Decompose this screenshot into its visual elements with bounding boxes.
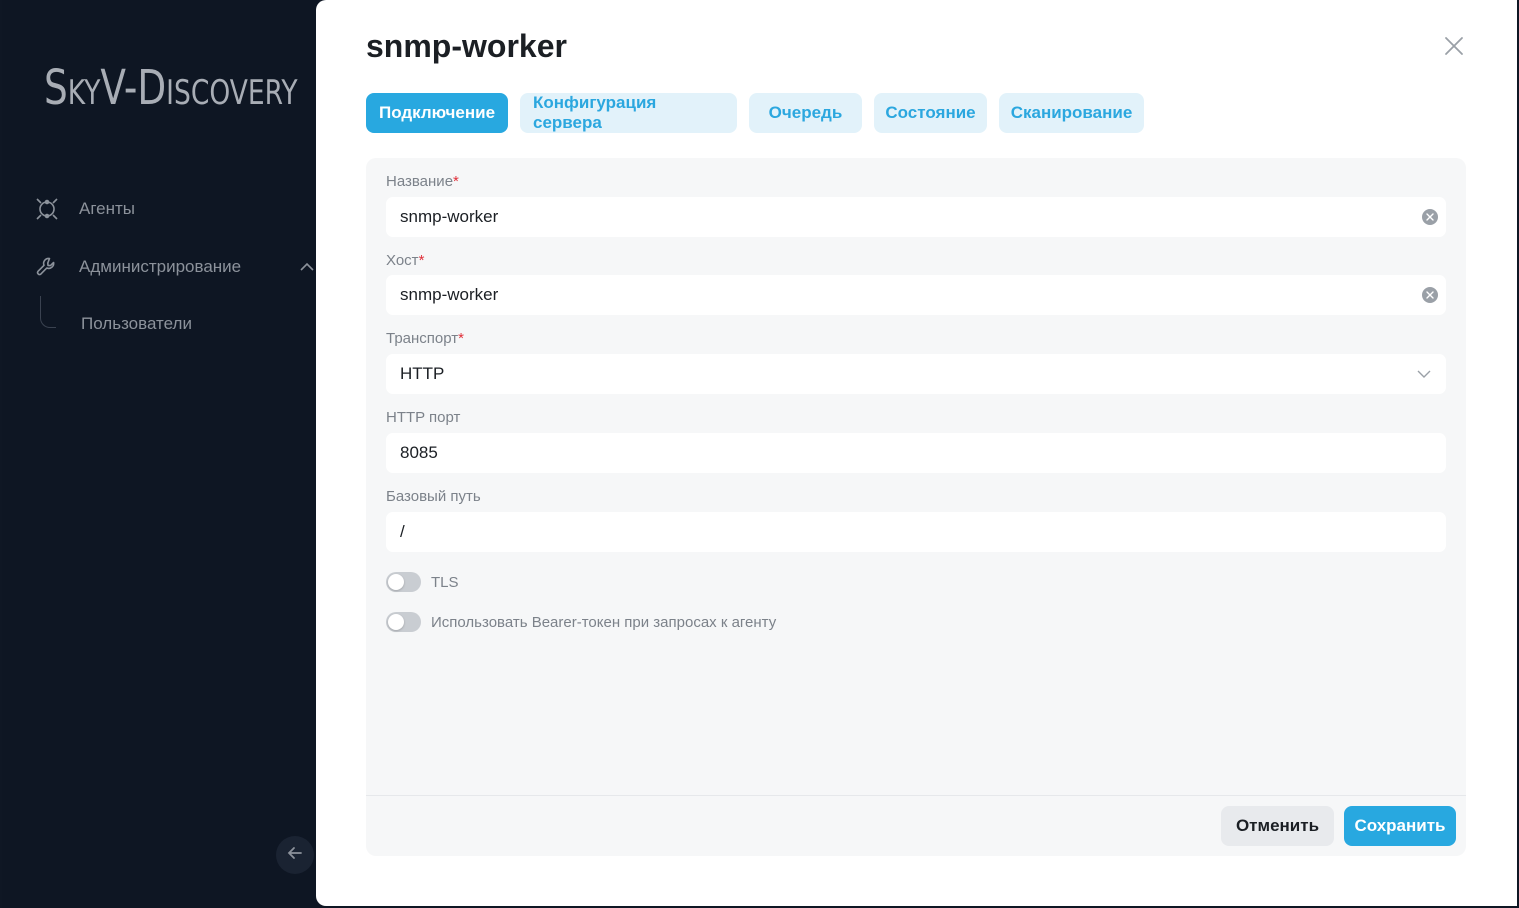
sidebar: SkyV-Discovery Агенты Администрирование xyxy=(2,0,320,908)
transport-select[interactable]: HTTP xyxy=(386,354,1446,394)
name-value: snmp-worker xyxy=(400,207,499,226)
agents-icon xyxy=(32,194,62,224)
tab-connection[interactable]: Подключение xyxy=(366,93,508,133)
name-label: Название* xyxy=(386,173,459,190)
tab-server-config[interactable]: Конфигурация сервера xyxy=(520,93,737,133)
close-icon xyxy=(1442,37,1466,62)
tab-bar: Подключение Конфигурация сервера Очередь… xyxy=(366,93,1144,133)
port-label: HTTP порт xyxy=(386,409,461,426)
sidebar-item-administration[interactable]: Администрирование xyxy=(32,252,316,282)
host-label: Хост* xyxy=(386,252,425,269)
host-value: snmp-worker xyxy=(400,285,499,304)
sidebar-item-label: Администрирование xyxy=(79,257,242,276)
host-field[interactable]: snmp-worker xyxy=(386,275,1446,315)
tls-row: TLS xyxy=(386,572,459,592)
transport-value: HTTP xyxy=(400,364,445,383)
wrench-icon xyxy=(32,252,62,282)
clear-host-icon[interactable] xyxy=(1422,287,1438,303)
tab-state[interactable]: Состояние xyxy=(874,93,987,133)
agent-drawer: snmp-worker Подключение Конфигурация сер… xyxy=(316,0,1517,906)
sidebar-item-label: Агенты xyxy=(79,199,136,218)
bearer-toggle[interactable] xyxy=(386,612,421,632)
chevron-up-icon[interactable] xyxy=(298,258,316,281)
base-path-value: / xyxy=(400,522,405,541)
footer-divider xyxy=(366,795,1466,796)
base-path-field[interactable]: / xyxy=(386,512,1446,552)
base-path-label: Базовый путь xyxy=(386,488,481,505)
app-root: SkyV-Discovery Агенты Администрирование xyxy=(0,0,1519,908)
cancel-button[interactable]: Отменить xyxy=(1221,806,1334,846)
port-value: 8085 xyxy=(400,443,438,462)
save-button[interactable]: Сохранить xyxy=(1344,806,1456,846)
port-field[interactable]: 8085 xyxy=(386,433,1446,473)
tls-toggle[interactable] xyxy=(386,572,421,592)
transport-label: Транспорт* xyxy=(386,330,464,347)
tab-queue[interactable]: Очередь xyxy=(749,93,862,133)
sidebar-item-users[interactable]: Пользователи xyxy=(81,314,192,334)
sidebar-item-agents[interactable]: Агенты xyxy=(32,194,135,224)
collapse-sidebar-button[interactable] xyxy=(276,836,314,874)
arrow-left-icon xyxy=(285,843,305,868)
tls-label: TLS xyxy=(431,573,459,591)
app-logo: SkyV-Discovery xyxy=(44,60,298,116)
tab-scanning[interactable]: Сканирование xyxy=(999,93,1144,133)
chevron-down-icon xyxy=(1416,366,1432,387)
close-button[interactable] xyxy=(1442,34,1466,58)
name-field[interactable]: snmp-worker xyxy=(386,197,1446,237)
bearer-label: Использовать Bearer-токен при запросах к… xyxy=(431,613,777,631)
bearer-row: Использовать Bearer-токен при запросах к… xyxy=(386,612,776,632)
drawer-title: snmp-worker xyxy=(366,28,567,64)
submenu-connector xyxy=(40,296,56,328)
clear-name-icon[interactable] xyxy=(1422,209,1438,225)
connection-form: Название* snmp-worker Хост* snmp-worker … xyxy=(366,158,1466,856)
